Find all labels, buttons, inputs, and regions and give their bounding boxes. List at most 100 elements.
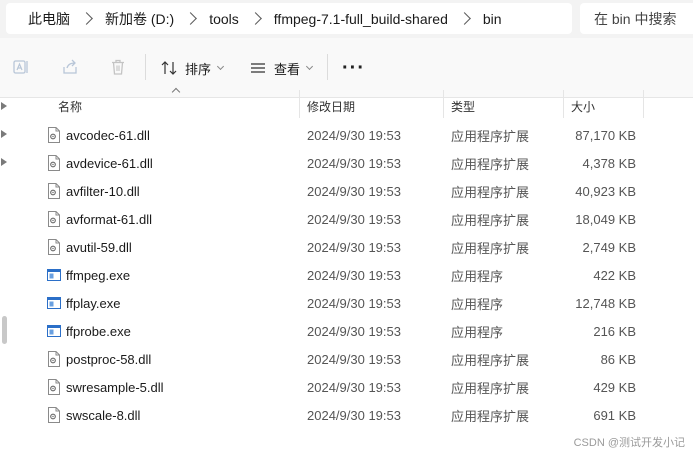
dll-file-icon [46, 233, 62, 261]
file-type: 应用程序扩展 [451, 380, 530, 396]
file-modified-date: 2024/9/30 19:53 [307, 127, 401, 143]
column-header-type[interactable]: 类型 [451, 92, 475, 120]
file-type: 应用程序扩展 [451, 184, 530, 200]
expand-arrow-icon[interactable] [1, 102, 7, 110]
file-row[interactable]: avdevice-61.dll 2024/9/30 19:53 应用程序扩展 4,37… [46, 149, 656, 177]
file-type: 应用程序扩展 [451, 352, 530, 368]
scrollbar-thumb[interactable] [2, 316, 7, 344]
file-modified-date: 2024/9/30 19:53 [307, 295, 401, 311]
file-size: 4,378 KB [582, 155, 637, 171]
file-size: 87,170 KB [575, 127, 636, 143]
exe-file-icon [46, 289, 62, 317]
file-name: avcodec-61.dll [66, 127, 150, 143]
command-bar: 排序 查看 ··· [0, 38, 693, 98]
navigation-pane [0, 98, 10, 456]
breadcrumb-tools[interactable]: tools [205, 11, 243, 27]
file-name: ffprobe.exe [66, 323, 131, 339]
column-header-name[interactable]: 名称 [58, 92, 82, 120]
file-row[interactable]: avutil-59.dll 2024/9/30 19:53 应用程序扩展 2,749 … [46, 233, 656, 261]
chevron-right-icon[interactable] [184, 12, 198, 25]
more-options-button[interactable]: ··· [342, 55, 365, 81]
column-divider[interactable] [299, 90, 300, 118]
search-input[interactable]: 在 bin 中搜索 [580, 3, 693, 34]
file-size: 422 KB [593, 267, 636, 283]
file-size: 429 KB [593, 379, 636, 395]
file-type: 应用程序扩展 [451, 408, 530, 424]
chevron-right-icon[interactable] [80, 12, 93, 25]
file-row[interactable]: ffprobe.exe 2024/9/30 19:53 应用程序 216 KB [46, 317, 656, 345]
dll-file-icon [46, 401, 62, 429]
view-list-icon [251, 63, 265, 73]
expand-arrow-icon[interactable] [1, 130, 7, 138]
file-row[interactable]: avcodec-61.dll 2024/9/30 19:53 应用程序扩展 87,17… [46, 121, 656, 149]
file-name: swscale-8.dll [66, 407, 141, 423]
file-type: 应用程序扩展 [451, 156, 530, 172]
dll-file-icon [46, 121, 62, 149]
file-row[interactable]: swscale-8.dll 2024/9/30 19:53 应用程序扩展 691 KB [46, 401, 656, 429]
view-label: 查看 [274, 61, 301, 77]
breadcrumb-bin[interactable]: bin [479, 11, 506, 27]
file-name: ffmpeg.exe [66, 267, 131, 283]
breadcrumb[interactable]: 此电脑 新加卷 (D:) tools ffmpeg-7.1-full_build… [6, 3, 572, 34]
file-name: postproc-58.dll [66, 351, 152, 367]
file-modified-date: 2024/9/30 19:53 [307, 407, 401, 423]
column-header-date[interactable]: 修改日期 [307, 92, 355, 120]
file-size: 12,748 KB [575, 295, 636, 311]
chevron-down-icon [305, 62, 314, 71]
dll-file-icon [46, 205, 62, 233]
column-divider[interactable] [443, 90, 444, 118]
chevron-right-icon[interactable] [248, 12, 262, 25]
share-icon[interactable] [61, 58, 79, 76]
file-size: 18,049 KB [575, 211, 636, 227]
file-explorer-window: 此电脑 新加卷 (D:) tools ffmpeg-7.1-full_build… [0, 0, 693, 456]
exe-file-icon [46, 317, 62, 345]
file-size: 216 KB [593, 323, 636, 339]
file-type: 应用程序扩展 [451, 128, 530, 144]
file-type: 应用程序 [451, 296, 504, 312]
file-row[interactable]: swresample-5.dll 2024/9/30 19:53 应用程序扩展 429… [46, 373, 656, 401]
file-modified-date: 2024/9/30 19:53 [307, 323, 401, 339]
file-row[interactable]: avfilter-10.dll 2024/9/30 19:53 应用程序扩展 40,9… [46, 177, 656, 205]
sort-button[interactable]: 排序 [160, 55, 225, 81]
view-button[interactable]: 查看 [249, 55, 314, 81]
breadcrumb-drive-d[interactable]: 新加卷 (D:) [101, 9, 178, 29]
file-modified-date: 2024/9/30 19:53 [307, 155, 401, 171]
file-list: 名称 修改日期 类型 大小 avcodec-61.dll 2024/9/30 19… [10, 87, 693, 456]
file-row[interactable]: ffplay.exe 2024/9/30 19:53 应用程序 12,748 KB [46, 289, 656, 317]
column-header-row: 名称 修改日期 类型 大小 [10, 87, 693, 118]
delete-icon[interactable] [109, 58, 127, 76]
file-name: avutil-59.dll [66, 239, 132, 255]
watermark: CSDN @测试开发小记 [573, 437, 685, 449]
column-header-size[interactable]: 大小 [571, 92, 595, 120]
expand-arrow-icon[interactable] [1, 158, 7, 166]
file-row[interactable]: avformat-61.dll 2024/9/30 19:53 应用程序扩展 18,0… [46, 205, 656, 233]
file-type: 应用程序扩展 [451, 212, 530, 228]
dll-file-icon [46, 149, 62, 177]
breadcrumb-ffmpeg[interactable]: ffmpeg-7.1-full_build-shared [270, 11, 452, 27]
file-row[interactable]: ffmpeg.exe 2024/9/30 19:53 应用程序 422 KB [46, 261, 656, 289]
dll-file-icon [46, 373, 62, 401]
file-modified-date: 2024/9/30 19:53 [307, 351, 401, 367]
dll-file-icon [46, 177, 62, 205]
file-name: ffplay.exe [66, 295, 121, 311]
column-divider[interactable] [563, 90, 564, 118]
file-modified-date: 2024/9/30 19:53 [307, 183, 401, 199]
rename-icon[interactable] [12, 58, 30, 76]
sort-label: 排序 [185, 61, 212, 77]
file-modified-date: 2024/9/30 19:53 [307, 239, 401, 255]
chevron-right-icon[interactable] [458, 12, 471, 25]
column-divider[interactable] [643, 90, 644, 118]
file-size: 691 KB [593, 407, 636, 423]
dll-file-icon [46, 345, 62, 373]
chevron-down-icon [216, 62, 225, 71]
file-name: avdevice-61.dll [66, 155, 153, 171]
toolbar-divider [327, 54, 328, 80]
file-name: avfilter-10.dll [66, 183, 140, 199]
file-type: 应用程序 [451, 268, 504, 284]
file-row[interactable]: postproc-58.dll 2024/9/30 19:53 应用程序扩展 86 K… [46, 345, 656, 373]
file-modified-date: 2024/9/30 19:53 [307, 267, 401, 283]
sort-icon [161, 61, 177, 75]
search-placeholder: 在 bin 中搜索 [594, 10, 677, 27]
address-row: 此电脑 新加卷 (D:) tools ffmpeg-7.1-full_build… [0, 0, 693, 38]
breadcrumb-this-pc[interactable]: 此电脑 [24, 9, 74, 29]
